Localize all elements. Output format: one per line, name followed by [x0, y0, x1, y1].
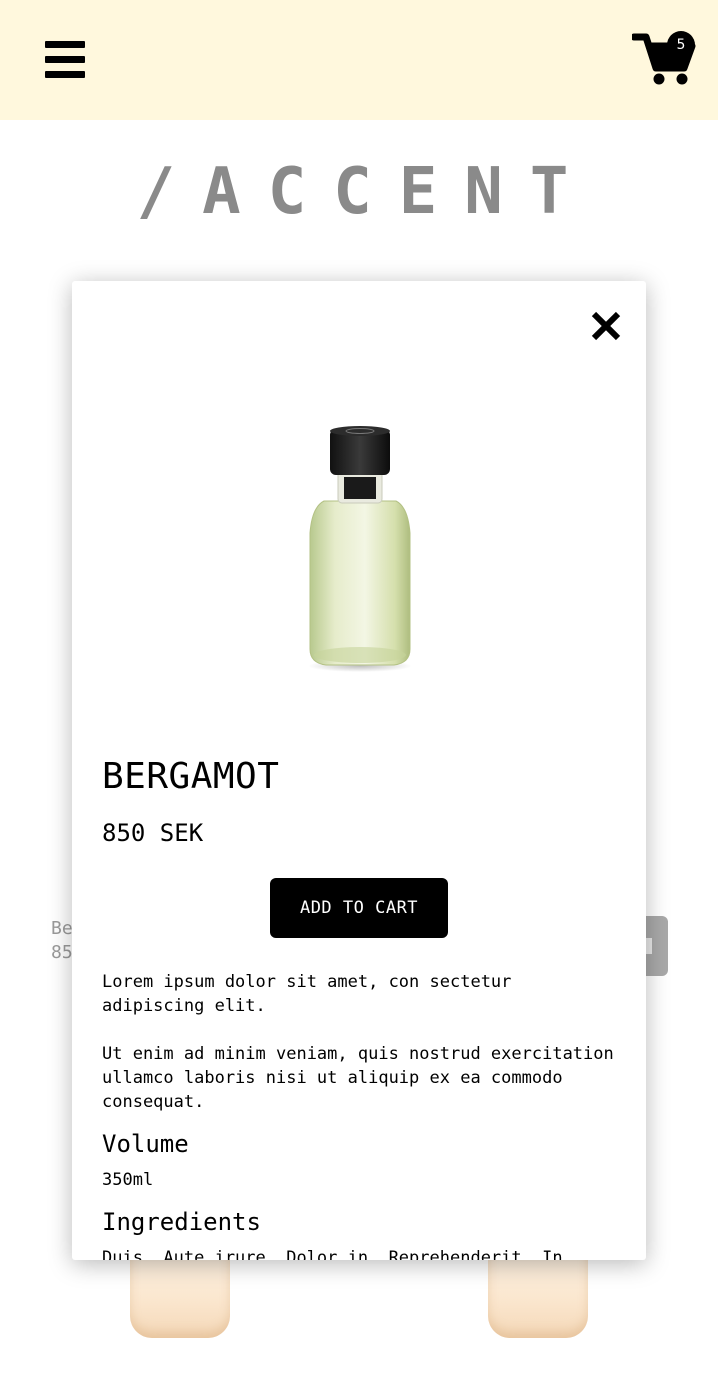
- product-description-paragraph: Lorem ipsum dolor sit amet, con sectetur…: [102, 972, 512, 1016]
- background-card-name: Be: [51, 918, 73, 939]
- ingredients-heading: Ingredients: [102, 1208, 261, 1236]
- add-to-cart-button[interactable]: ADD TO CART: [270, 878, 448, 938]
- product-description-paragraph: Ut enim ad minim veniam, quis nostrud ex…: [102, 1044, 614, 1112]
- brand-logo[interactable]: /ACCENT: [0, 152, 718, 232]
- close-icon[interactable]: [586, 307, 626, 347]
- product-detail-modal: BERGAMOT 850 SEK ADD TO CART Lorem ipsum…: [72, 281, 646, 1260]
- background-card-price: 85: [51, 942, 73, 963]
- volume-value: 350ml: [102, 1170, 154, 1190]
- ingredients-value: Duis, Aute irure, Dolor in, Reprehenderi…: [102, 1248, 563, 1260]
- product-title: BERGAMOT: [102, 756, 280, 797]
- product-image: [308, 426, 412, 672]
- cart-count-badge: 5: [667, 31, 695, 59]
- product-price: 850 SEK: [102, 819, 204, 847]
- top-header: 5: [0, 0, 718, 120]
- hamburger-menu-icon[interactable]: [40, 38, 90, 82]
- volume-heading: Volume: [102, 1130, 189, 1158]
